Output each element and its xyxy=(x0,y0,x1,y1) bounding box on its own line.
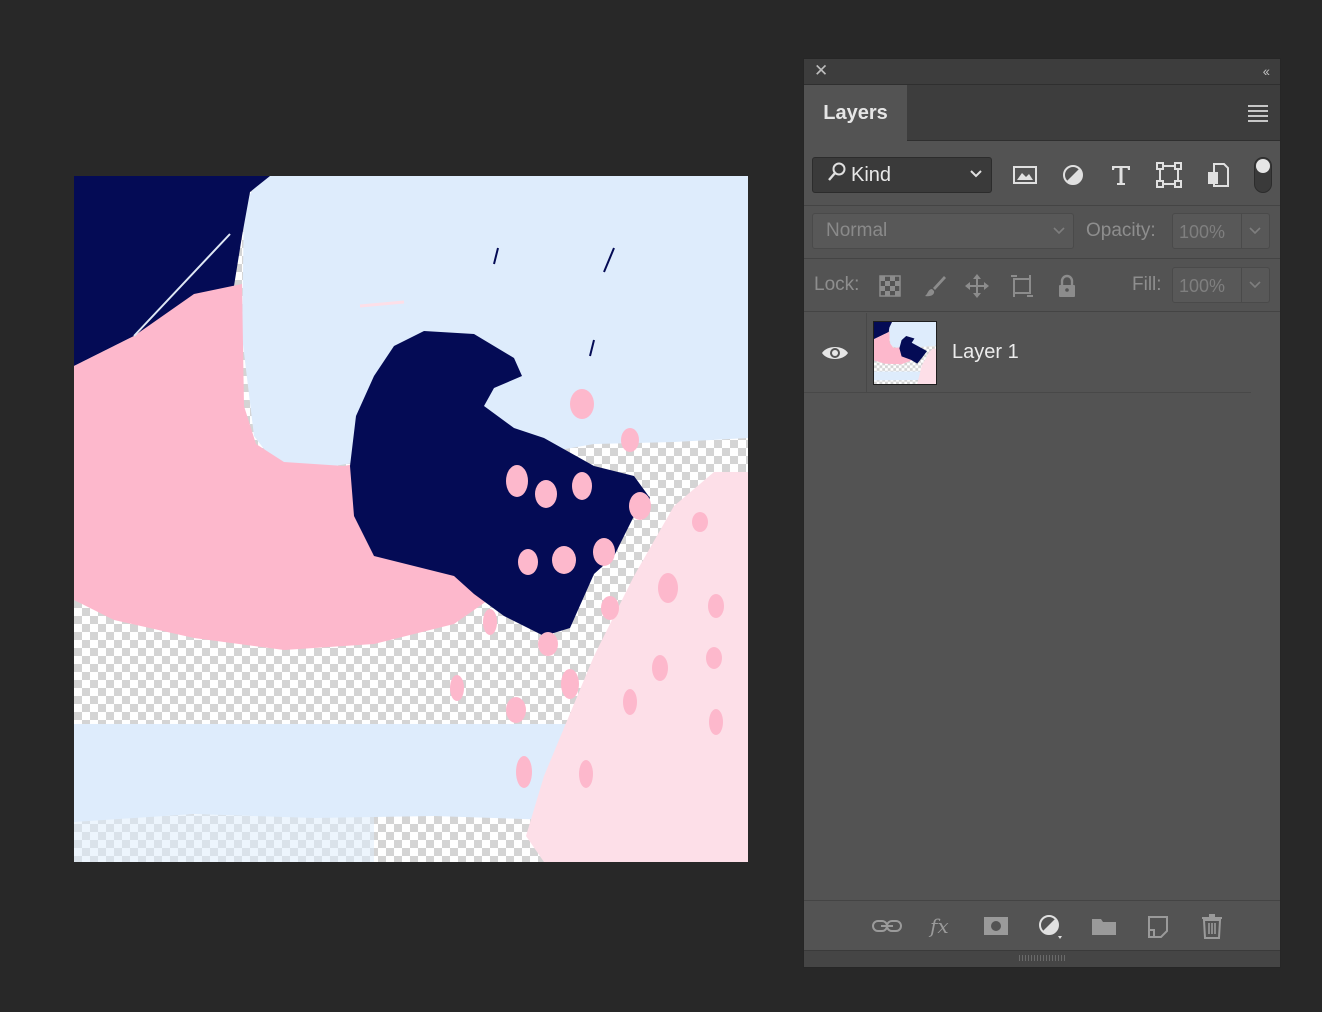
fill-label: Fill: xyxy=(1132,274,1162,295)
panel-titlebar: ✕ ‹‹ xyxy=(804,59,1280,85)
chevron-down-icon[interactable] xyxy=(1249,278,1261,292)
smart-object-filter-icon[interactable] xyxy=(1204,161,1232,189)
new-group-icon[interactable] xyxy=(1089,912,1119,940)
layers-panel: ✕ ‹‹ Layers Kind Normal Opacity: 100% Lo… xyxy=(803,58,1281,968)
panel-footer-toolbar: fx xyxy=(804,900,1280,951)
layer-row[interactable]: Layer 1 xyxy=(804,313,1251,393)
opacity-field[interactable]: 100% xyxy=(1172,213,1270,249)
link-layers-icon[interactable] xyxy=(872,912,902,940)
blend-mode-value: Normal xyxy=(826,220,888,241)
fill-value: 100% xyxy=(1179,276,1226,296)
delete-layer-icon[interactable] xyxy=(1197,912,1227,940)
new-adjustment-icon[interactable] xyxy=(1035,912,1065,940)
add-mask-icon[interactable] xyxy=(981,912,1011,940)
tab-layers-label: Layers xyxy=(823,101,888,124)
close-panel-icon[interactable]: ✕ xyxy=(814,62,828,80)
tab-layers[interactable]: Layers xyxy=(804,85,907,141)
fx-icon[interactable]: fx xyxy=(926,912,956,940)
filter-kind-select[interactable]: Kind xyxy=(812,157,992,193)
layer-thumbnail[interactable] xyxy=(873,321,937,385)
lock-transparent-icon[interactable] xyxy=(877,273,903,299)
adjustment-filter-icon[interactable] xyxy=(1059,161,1087,189)
search-icon xyxy=(827,162,847,188)
new-layer-icon[interactable] xyxy=(1143,912,1173,940)
lock-row: Lock: Fill: 100% xyxy=(804,260,1280,312)
visibility-eye-icon[interactable] xyxy=(804,313,867,392)
artwork xyxy=(74,176,748,862)
blend-row: Normal Opacity: 100% xyxy=(804,207,1280,259)
opacity-label: Opacity: xyxy=(1086,220,1156,241)
lock-image-icon[interactable] xyxy=(922,273,948,299)
lock-position-icon[interactable] xyxy=(964,273,990,299)
lock-label: Lock: xyxy=(814,274,860,295)
grip-icon xyxy=(1019,955,1065,961)
shape-filter-icon[interactable] xyxy=(1155,161,1183,189)
document-canvas[interactable] xyxy=(74,176,748,862)
svg-text:fx: fx xyxy=(928,914,949,938)
lock-all-icon[interactable] xyxy=(1054,273,1080,299)
filter-kind-label: Kind xyxy=(851,163,892,186)
panel-menu-icon[interactable] xyxy=(1248,105,1268,125)
lock-artboard-icon[interactable] xyxy=(1009,273,1035,299)
chevron-down-icon[interactable] xyxy=(1249,224,1261,238)
layer-name[interactable]: Layer 1 xyxy=(952,341,1019,364)
chevron-down-icon xyxy=(1053,224,1065,238)
resize-grip-bar[interactable] xyxy=(804,950,1280,967)
type-filter-icon[interactable] xyxy=(1107,161,1135,189)
collapse-panel-icon[interactable]: ‹‹ xyxy=(1263,63,1270,79)
chevron-down-icon xyxy=(969,167,983,182)
fill-field[interactable]: 100% xyxy=(1172,267,1270,303)
filter-row: Kind xyxy=(804,142,1280,206)
panel-tabs: Layers xyxy=(804,85,1280,141)
filter-toggle[interactable] xyxy=(1254,157,1272,193)
blend-mode-select[interactable]: Normal xyxy=(812,213,1074,249)
image-filter-icon[interactable] xyxy=(1011,161,1039,189)
opacity-value: 100% xyxy=(1179,222,1226,242)
